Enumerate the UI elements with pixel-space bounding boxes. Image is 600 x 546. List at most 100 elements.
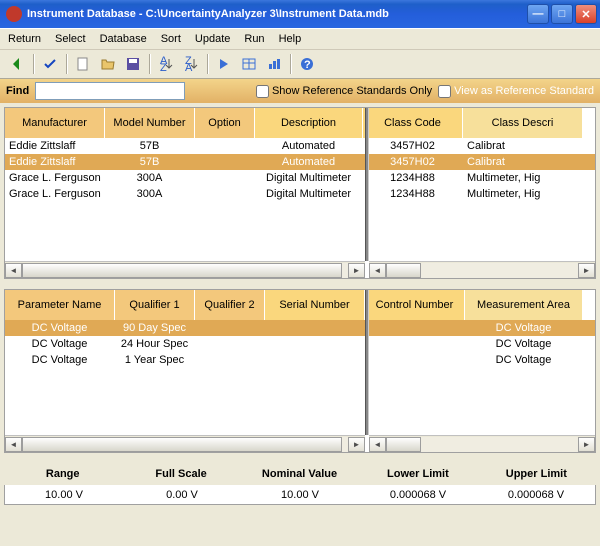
column-header[interactable]: Manufacturer — [5, 108, 105, 138]
column-header[interactable]: Class Descri — [463, 108, 583, 138]
cell: 1234H88 — [363, 186, 463, 202]
help-button[interactable]: ? — [296, 53, 318, 75]
cell: Grace L. Ferguson — [5, 170, 105, 186]
table-row[interactable]: DC Voltage1 Year SpecDC Voltage — [5, 352, 595, 368]
mid-scrollbar-right[interactable]: ◄► — [369, 435, 595, 452]
cell — [195, 186, 255, 202]
window-title: Instrument Database - C:\UncertaintyAnal… — [27, 8, 389, 20]
save-button[interactable] — [122, 53, 144, 75]
cell: 57B — [105, 138, 195, 154]
cell: 3457H02 — [363, 138, 463, 154]
summary-header: Lower Limit — [359, 463, 477, 485]
table-row[interactable]: Eddie Zittslaff57BAutomated3457H02Calibr… — [5, 138, 595, 154]
svg-text:Z: Z — [160, 62, 167, 72]
cell — [195, 154, 255, 170]
top-scrollbar-left[interactable]: ◄► — [5, 261, 365, 278]
table-button[interactable] — [238, 53, 260, 75]
cell: Automated — [255, 138, 363, 154]
vertical-splitter[interactable] — [365, 290, 369, 435]
cell: 300A — [105, 170, 195, 186]
close-button[interactable]: ✕ — [575, 4, 597, 24]
column-header[interactable]: Parameter Name — [5, 290, 115, 320]
new-button[interactable] — [72, 53, 94, 75]
vertical-splitter[interactable] — [365, 108, 369, 261]
chart-button[interactable] — [263, 53, 285, 75]
column-header[interactable]: Description — [255, 108, 363, 138]
menu-update[interactable]: Update — [195, 33, 230, 45]
titlebar: Instrument Database - C:\UncertaintyAnal… — [0, 0, 600, 28]
sort-asc-button[interactable]: AZ — [155, 53, 177, 75]
view-reference-checkbox[interactable]: View as Reference Standard — [438, 85, 594, 98]
cell — [195, 320, 265, 336]
menu-return[interactable]: Return — [8, 33, 41, 45]
cell: DC Voltage — [5, 320, 115, 336]
find-input[interactable] — [35, 82, 185, 100]
summary-header: Range — [4, 463, 122, 485]
cell: DC Voltage — [465, 352, 583, 368]
table-row[interactable]: Grace L. Ferguson300ADigital Multimeter1… — [5, 170, 595, 186]
open-button[interactable] — [97, 53, 119, 75]
cell: DC Voltage — [465, 320, 583, 336]
top-grid-header: ManufacturerModel NumberOptionDescriptio… — [5, 108, 595, 138]
svg-text:?: ? — [304, 59, 311, 71]
run-button[interactable] — [213, 53, 235, 75]
menu-run[interactable]: Run — [244, 33, 264, 45]
maximize-button[interactable]: □ — [551, 4, 573, 24]
cell: 57B — [105, 154, 195, 170]
cell: Eddie Zittslaff — [5, 138, 105, 154]
check-button[interactable] — [39, 53, 61, 75]
cell: Eddie Zittslaff — [5, 154, 105, 170]
summary-value: 0.000068 V — [359, 485, 477, 504]
menu-select[interactable]: Select — [55, 33, 86, 45]
app-icon — [6, 6, 22, 22]
cell: 24 Hour Spec — [115, 336, 195, 352]
cell: 3457H02 — [363, 154, 463, 170]
cell: Grace L. Ferguson — [5, 186, 105, 202]
table-row[interactable]: Eddie Zittslaff57B Automated3457H02Calibr… — [5, 154, 595, 170]
cell: 1 Year Spec — [115, 352, 195, 368]
cell — [265, 336, 365, 352]
table-row[interactable]: DC Voltage24 Hour SpecDC Voltage — [5, 336, 595, 352]
column-header[interactable]: Qualifier 1 — [115, 290, 195, 320]
summary-header: Upper Limit — [478, 463, 596, 485]
svg-text:A: A — [185, 62, 193, 72]
find-label: Find — [6, 85, 29, 97]
top-grid: ManufacturerModel NumberOptionDescriptio… — [4, 107, 596, 279]
column-header[interactable]: Measurement Area — [465, 290, 583, 320]
summary-value: 10.00 V — [5, 485, 123, 504]
show-reference-checkbox[interactable]: Show Reference Standards Only — [256, 85, 432, 98]
bottom-row: 10.00 V0.00 V10.00 V0.000068 V0.000068 V — [4, 485, 596, 505]
column-header[interactable]: Control Number — [365, 290, 465, 320]
mid-grid-header: Parameter NameQualifier 1Qualifier 2Seri… — [5, 290, 595, 320]
bottom-header: RangeFull ScaleNominal ValueLower LimitU… — [4, 463, 596, 485]
minimize-button[interactable]: — — [527, 4, 549, 24]
menu-database[interactable]: Database — [100, 33, 147, 45]
mid-scrollbar-left[interactable]: ◄► — [5, 435, 365, 452]
table-row[interactable]: DC Voltage90 Day SpecDC Voltage — [5, 320, 595, 336]
column-header[interactable]: Serial Number — [265, 290, 365, 320]
menubar: Return Select Database Sort Update Run Help — [0, 28, 600, 49]
menu-sort[interactable]: Sort — [161, 33, 181, 45]
summary-value: 0.00 V — [123, 485, 241, 504]
column-header[interactable]: Qualifier 2 — [195, 290, 265, 320]
back-button[interactable] — [6, 53, 28, 75]
mid-grid: Parameter NameQualifier 1Qualifier 2Seri… — [4, 289, 596, 453]
cell — [365, 352, 465, 368]
table-row[interactable]: Grace L. Ferguson300ADigital Multimeter1… — [5, 186, 595, 202]
cell: DC Voltage — [465, 336, 583, 352]
summary-value: 10.00 V — [241, 485, 359, 504]
column-header[interactable]: Class Code — [363, 108, 463, 138]
sort-desc-button[interactable]: ZA — [180, 53, 202, 75]
cell — [195, 170, 255, 186]
top-scrollbar-right[interactable]: ◄► — [369, 261, 595, 278]
menu-help[interactable]: Help — [279, 33, 302, 45]
cell — [365, 320, 465, 336]
cell — [195, 352, 265, 368]
cell: Calibrat — [463, 154, 583, 170]
cell: Automated — [255, 154, 363, 170]
column-header[interactable]: Model Number — [105, 108, 195, 138]
summary-header: Nominal Value — [241, 463, 359, 485]
cell: 300A — [105, 186, 195, 202]
cell: 1234H88 — [363, 170, 463, 186]
column-header[interactable]: Option — [195, 108, 255, 138]
